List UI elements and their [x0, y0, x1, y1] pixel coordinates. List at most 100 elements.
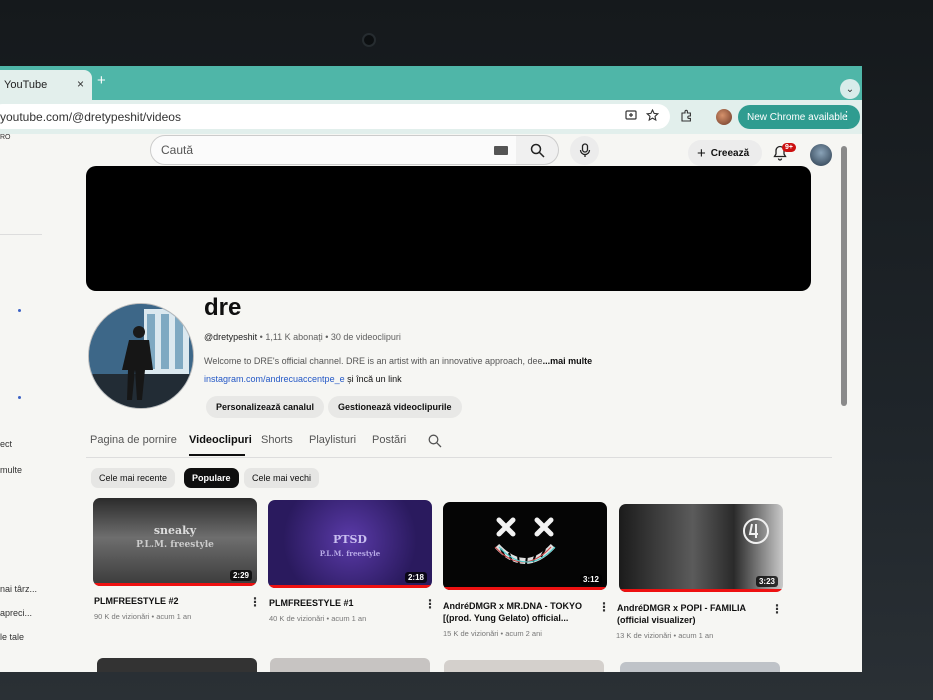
video-menu-icon[interactable]: ⋮ [424, 597, 436, 611]
browser-tab-youtube[interactable]: YouTube × [0, 70, 92, 100]
account-avatar[interactable] [810, 144, 832, 166]
smiley-face-icon [494, 517, 556, 566]
microphone-icon [579, 143, 590, 157]
video-thumbnail[interactable] [97, 658, 257, 672]
video-menu-icon[interactable]: ⋮ [249, 595, 261, 609]
thumbnail-caption: P.L.M. freestyle [136, 540, 214, 550]
video-thumbnail[interactable]: 3:23 [619, 504, 783, 592]
search-icon [428, 434, 442, 448]
tab-playlists[interactable]: Playlisturi [309, 434, 356, 446]
channel-links: instagram.com/andrecuaccentpe_e și încă … [204, 374, 402, 384]
channel-handle: @dretypeshit [204, 332, 258, 342]
video-title[interactable]: AndréDMGR x MR.DNA - TOKYO [(prod. Yung … [443, 600, 591, 624]
chip-popular[interactable]: Populare [184, 468, 239, 488]
create-label: Creează [710, 147, 750, 159]
sidebar-live-dot [18, 396, 21, 399]
video-meta: 40 K de vizionări • acum 1 an [269, 614, 367, 623]
channel-avatar[interactable] [88, 303, 194, 409]
video-meta: 90 K de vizionări • acum 1 an [94, 612, 192, 621]
video-thumbnail[interactable] [270, 658, 430, 672]
video-title[interactable]: AndréDMGR x POPI - FAMILIA (official vis… [617, 602, 765, 626]
search-placeholder: Caută [161, 143, 194, 157]
logo-icon [743, 518, 769, 544]
sidebar-live-dot [18, 309, 21, 312]
create-button[interactable]: + Creează [688, 140, 762, 166]
new-chrome-label: New Chrome available [747, 111, 848, 123]
bookmark-star-icon[interactable] [645, 108, 660, 125]
video-title[interactable]: PLMFREESTYLE #1 [269, 597, 419, 609]
channel-banner [86, 166, 811, 291]
notifications-badge: 9+ [782, 143, 796, 152]
video-duration: 3:12 [579, 574, 602, 585]
video-thumbnail[interactable] [444, 660, 604, 672]
manage-videos-button[interactable]: Gestionează videoclipurile [328, 396, 462, 418]
chip-oldest[interactable]: Cele mai vechi [244, 468, 320, 488]
video-thumbnail[interactable] [620, 662, 780, 672]
sidebar-item-fragment[interactable]: ect [0, 439, 12, 449]
video-menu-icon[interactable]: ⋮ [598, 600, 610, 614]
watch-progress-bar [93, 583, 257, 586]
customize-channel-button[interactable]: Personalizează canalul [206, 396, 325, 418]
sidebar-item-fragment[interactable]: apreci... [0, 608, 32, 618]
extensions-puzzle-icon[interactable] [680, 109, 693, 125]
browser-toolbar: youtube.com/@dretypeshit/videos New Chro… [0, 100, 862, 134]
tab-home[interactable]: Pagina de pornire [90, 434, 177, 446]
video-duration: 3:23 [755, 576, 778, 587]
video-duration: 2:29 [229, 570, 252, 581]
channel-description[interactable]: Welcome to DRE's official channel. DRE i… [204, 356, 592, 366]
install-app-icon[interactable] [625, 109, 638, 125]
watch-progress-bar [443, 587, 607, 590]
thumbnail-caption: sneaky [153, 524, 197, 537]
keyboard-icon[interactable] [494, 146, 508, 155]
more-links[interactable]: și încă un link [345, 374, 402, 384]
tab-posts[interactable]: Postări [372, 434, 406, 446]
search-icon [530, 143, 545, 158]
video-thumbnail[interactable]: PTSD P.L.M. freestyle 2:18 [268, 500, 432, 588]
new-chrome-available-button[interactable]: New Chrome available ⋮ [738, 105, 860, 129]
tabs-divider [86, 457, 832, 458]
video-duration: 2:18 [404, 572, 427, 583]
chip-latest[interactable]: Cele mai recente [91, 468, 176, 488]
channel-meta: @dretypeshit • 1,11 K abonați • 30 de vi… [204, 332, 401, 342]
search-input[interactable]: Caută [150, 135, 520, 165]
description-text: Welcome to DRE's official channel. DRE i… [204, 356, 543, 366]
webcam [362, 33, 376, 47]
tab-title: YouTube [4, 79, 48, 91]
sidebar-item-fragment[interactable]: nai târz... [0, 584, 37, 594]
search-button[interactable] [516, 135, 559, 165]
region-label: RO [0, 134, 11, 141]
browser-tab-strip: YouTube × + ⌄ [0, 66, 862, 100]
video-menu-icon[interactable]: ⋮ [771, 602, 783, 616]
watch-progress-bar [619, 589, 783, 592]
active-tab-indicator [189, 454, 245, 456]
tab-shorts[interactable]: Shorts [261, 434, 293, 446]
video-thumbnail[interactable]: 3:12 [443, 502, 607, 590]
chrome-menu-icon[interactable]: ⋮ [841, 109, 852, 122]
video-thumbnail[interactable]: sneaky P.L.M. freestyle 2:29 [93, 498, 257, 586]
youtube-page: RO ect multe nai târz... apreci... le ta… [0, 134, 862, 672]
sidebar-item-fragment[interactable]: multe [0, 465, 22, 475]
close-tab-icon[interactable]: × [77, 77, 84, 91]
new-tab-button[interactable]: + [97, 72, 106, 89]
voice-search-button[interactable] [570, 136, 599, 165]
sidebar-divider [0, 234, 42, 235]
plus-icon: + [697, 144, 706, 162]
address-url: youtube.com/@dretypeshit/videos [0, 109, 181, 124]
address-bar[interactable]: youtube.com/@dretypeshit/videos [0, 104, 670, 129]
channel-search-button[interactable] [428, 434, 442, 453]
channel-subscribers: • 1,11 K abonați • 30 de videoclipuri [257, 332, 401, 342]
thumbnail-caption: P.L.M. freestyle [319, 549, 381, 558]
chrome-profile-avatar[interactable] [716, 109, 732, 125]
page-scrollbar[interactable] [841, 146, 847, 406]
description-more[interactable]: ...mai multe [543, 356, 593, 366]
tab-videos[interactable]: Videoclipuri [189, 434, 252, 446]
video-title[interactable]: PLMFREESTYLE #2 [94, 595, 244, 607]
channel-name: dre [204, 294, 242, 321]
tab-search-button[interactable]: ⌄ [840, 79, 860, 99]
instagram-link[interactable]: instagram.com/andrecuaccentpe_e [204, 374, 345, 384]
video-meta: 15 K de vizionări • acum 2 ani [443, 629, 542, 638]
watch-progress-bar [268, 585, 432, 588]
thumbnail-caption: PTSD [333, 533, 367, 546]
sidebar-item-fragment[interactable]: le tale [0, 632, 24, 642]
laptop-screen: YouTube × + ⌄ youtube.com/@dretypeshit/v… [0, 66, 862, 672]
